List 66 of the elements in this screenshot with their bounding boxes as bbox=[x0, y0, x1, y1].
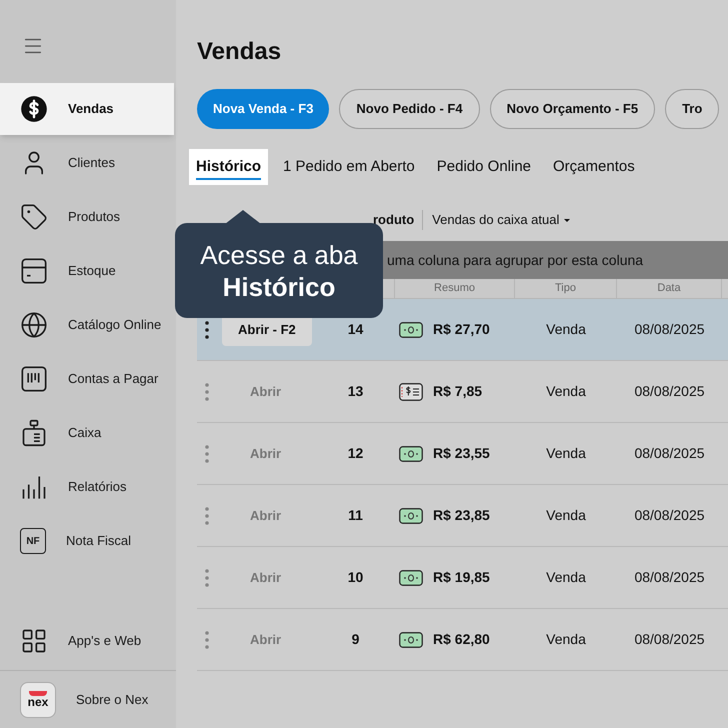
dollar-icon bbox=[20, 95, 48, 123]
tab[interactable]: Histórico bbox=[189, 149, 268, 185]
table-cell-text: Venda bbox=[546, 568, 586, 587]
banknote-icon bbox=[399, 508, 423, 524]
page-title: Vendas bbox=[197, 38, 282, 66]
banknote-icon bbox=[399, 632, 423, 648]
table-cell-text: 9 bbox=[352, 630, 360, 649]
table-cell-text: 08/08/2025 bbox=[634, 320, 705, 339]
table-cell-text: R$ 23,85 bbox=[433, 506, 490, 525]
action-button[interactable]: Tro bbox=[665, 89, 720, 129]
table-cell-text: 08/08/2025 bbox=[634, 568, 705, 587]
sidebar-item[interactable]: Caixa bbox=[0, 407, 176, 459]
table-cell-text: 10 bbox=[348, 568, 364, 587]
table-cell-text: 08/08/2025 bbox=[634, 506, 705, 525]
table-cell-text: 13 bbox=[348, 382, 364, 401]
barcode-icon bbox=[20, 365, 48, 393]
table-cell-text: Venda bbox=[546, 630, 586, 649]
table-cell-text: R$ 62,80 bbox=[433, 630, 490, 649]
globe-icon bbox=[20, 311, 48, 339]
table-cell-text: Venda bbox=[546, 506, 586, 525]
table-cell-text: 12 bbox=[348, 444, 364, 463]
table-cell-text: 14 bbox=[348, 320, 364, 339]
table-cell-text: 08/08/2025 bbox=[634, 444, 705, 463]
tooltip: Acesse a aba Histórico bbox=[175, 223, 383, 318]
tab[interactable]: 1 Pedido em Aberto bbox=[276, 149, 422, 185]
table-cell-text: R$ 27,70 bbox=[433, 320, 490, 339]
table-cell-text: 08/08/2025 bbox=[634, 630, 705, 649]
banknote-icon bbox=[399, 570, 423, 586]
table-cell-text: R$ 7,85 bbox=[433, 382, 482, 401]
column-header: Tipo bbox=[515, 279, 617, 298]
tab[interactable]: Orçamentos bbox=[546, 149, 642, 185]
banknote-icon bbox=[399, 446, 423, 462]
sidebar-item[interactable]: nex Sobre o Nex bbox=[0, 670, 176, 728]
table-cell-text: R$ 23,55 bbox=[433, 444, 490, 463]
sidebar-item[interactable]: NF Nota Fiscal bbox=[0, 515, 176, 567]
nex-logo: nex bbox=[20, 682, 56, 718]
table-cell-text: R$ 19,85 bbox=[433, 568, 490, 587]
sidebar-item[interactable]: App's e Web bbox=[0, 612, 176, 670]
column-header: Resumo bbox=[395, 279, 515, 298]
sidebar-item[interactable]: Relatórios bbox=[0, 461, 176, 513]
filter-dropdown[interactable]: Vendas do caixa atual bbox=[423, 210, 570, 230]
action-button[interactable]: Nova Venda - F3 bbox=[197, 89, 330, 129]
action-button[interactable]: Novo Orçamento - F5 bbox=[490, 89, 656, 129]
banknote-icon bbox=[399, 322, 423, 338]
nota-fiscal-icon: NF bbox=[20, 528, 46, 554]
voucher-icon bbox=[399, 382, 423, 400]
sidebar-item[interactable]: Catálogo Online bbox=[0, 299, 176, 351]
table-cell-text: 08/08/2025 bbox=[634, 382, 705, 401]
more-options-icon[interactable] bbox=[205, 320, 209, 338]
sidebar-item[interactable]: Vendas bbox=[0, 83, 174, 135]
table-cell-text: Venda bbox=[546, 320, 586, 339]
sidebar-item[interactable]: Clientes bbox=[0, 137, 176, 189]
table-cell-text: Venda bbox=[546, 382, 586, 401]
box-icon bbox=[20, 257, 48, 285]
sidebar-item[interactable]: Contas a Pagar bbox=[0, 353, 176, 405]
table-cell-text: Venda bbox=[546, 444, 586, 463]
table-cell-text: 11 bbox=[348, 506, 364, 525]
column-header: Data bbox=[617, 279, 722, 298]
sidebar-item[interactable]: Estoque bbox=[0, 245, 176, 297]
sidebar-item[interactable]: Produtos bbox=[0, 191, 176, 243]
grid-icon bbox=[20, 627, 48, 655]
tag-icon bbox=[20, 203, 48, 231]
cash-register-icon bbox=[20, 419, 48, 447]
tab[interactable]: Pedido Online bbox=[430, 149, 538, 185]
action-button[interactable]: Novo Pedido - F4 bbox=[339, 89, 480, 129]
caret-icon bbox=[564, 218, 570, 222]
